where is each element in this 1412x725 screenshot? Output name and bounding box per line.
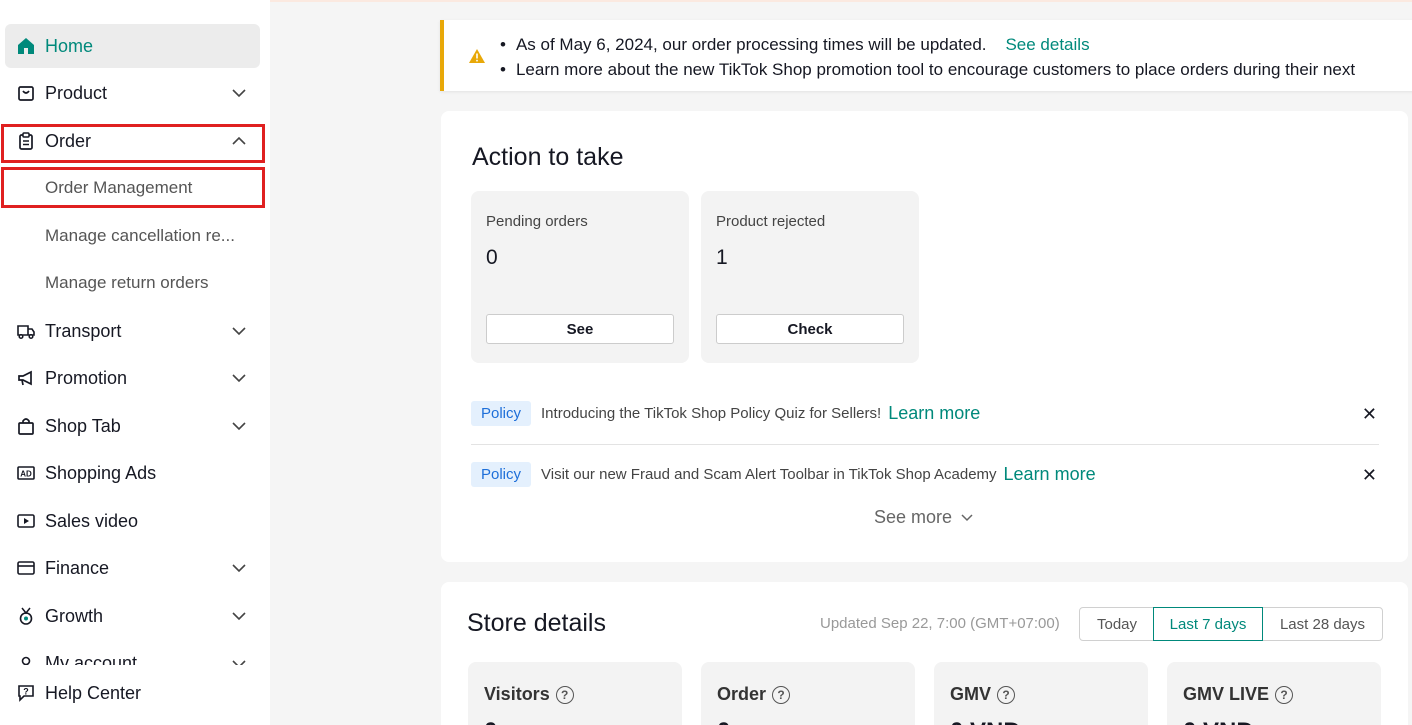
- chevron-down-icon: [232, 564, 246, 573]
- metric-value-partial: 0: [484, 718, 497, 725]
- stat-title: Product rejected: [716, 213, 826, 230]
- sidebar-item-shop-tab[interactable]: Shop Tab: [5, 404, 260, 448]
- see-more-label: See more: [874, 507, 953, 527]
- chevron-down-icon: [232, 89, 246, 98]
- sidebar-item-sales-video[interactable]: Sales video: [5, 499, 260, 543]
- metric-title: GMV: [950, 684, 992, 704]
- metric-title: Visitors: [484, 684, 550, 704]
- metric-gmv: GMV? 0 VND: [934, 662, 1148, 725]
- chevron-down-icon: [232, 422, 246, 431]
- help-chat-icon: ?: [15, 682, 37, 704]
- sidebar-subitem-manage-cancellation[interactable]: Manage cancellation re...: [45, 226, 235, 246]
- metric-order: Order? 0: [701, 662, 915, 725]
- policy-notice: Policy Visit our new Fraud and Scam Aler…: [471, 461, 1379, 487]
- metric-value-partial: 0: [717, 718, 730, 725]
- range-last-7-days[interactable]: Last 7 days: [1153, 607, 1263, 641]
- sidebar-item-label: Product: [45, 82, 108, 103]
- metric-value-partial: 0 VND: [950, 718, 1021, 725]
- sidebar-item-help-center[interactable]: ? Help Center: [5, 671, 260, 715]
- sidebar-item-product[interactable]: Product: [5, 71, 260, 115]
- product-bag-icon: [15, 82, 37, 104]
- check-button[interactable]: Check: [716, 314, 904, 344]
- chevron-down-icon: [232, 612, 246, 621]
- policy-badge: Policy: [471, 400, 532, 426]
- sidebar-item-label: Shopping Ads: [45, 462, 157, 483]
- sidebar-item-label: Transport: [45, 320, 122, 341]
- chevron-down-icon: [232, 374, 246, 383]
- highlight-box-order-management: [1, 167, 265, 208]
- sidebar-item-label: Sales video: [45, 510, 139, 531]
- sidebar-item-label: Promotion: [45, 367, 128, 388]
- truck-icon: [15, 320, 37, 342]
- chevron-down-icon: [232, 327, 246, 336]
- metric-gmv-live: GMV LIVE? 0 VND: [1167, 662, 1381, 725]
- sidebar-item-label: Help Center: [45, 682, 142, 703]
- policy-badge: Policy: [471, 461, 532, 487]
- range-last-28-days[interactable]: Last 28 days: [1262, 607, 1383, 641]
- divider: [471, 444, 1379, 445]
- policy-text: Introducing the TikTok Shop Policy Quiz …: [541, 404, 882, 422]
- help-icon[interactable]: ?: [997, 685, 1016, 704]
- updated-timestamp: Updated Sep 22, 7:00 (GMT+07:00): [820, 615, 1060, 632]
- sidebar-item-label: Home: [45, 35, 94, 56]
- sidebar: Home Product Order Order Management Mana…: [0, 0, 270, 725]
- sidebar-subitem-manage-return-orders[interactable]: Manage return orders: [45, 273, 208, 293]
- warning-icon: [469, 49, 485, 63]
- sidebar-item-shopping-ads[interactable]: AD Shopping Ads: [5, 451, 260, 495]
- user-icon: [15, 653, 37, 665]
- product-rejected-card: Product rejected 1 Check: [701, 191, 919, 363]
- megaphone-icon: [15, 367, 37, 389]
- shop-bag-icon: [15, 415, 37, 437]
- action-title: Action to take: [472, 143, 624, 171]
- pending-orders-card: Pending orders 0 See: [471, 191, 689, 363]
- sidebar-item-promotion[interactable]: Promotion: [5, 356, 260, 400]
- store-title: Store details: [467, 609, 606, 637]
- banner-text: Learn more about the new TikTok Shop pro…: [515, 60, 1356, 79]
- banner-text: As of May 6, 2024, our order processing …: [515, 35, 987, 54]
- range-today[interactable]: Today: [1079, 607, 1155, 641]
- home-icon: [15, 35, 37, 57]
- see-more-button[interactable]: See more: [874, 507, 974, 528]
- sidebar-item-finance[interactable]: Finance: [5, 546, 260, 590]
- banner-line: As of May 6, 2024, our order processing …: [500, 32, 1355, 57]
- stat-value: 1: [716, 246, 728, 269]
- help-icon[interactable]: ?: [555, 685, 574, 704]
- learn-more-link[interactable]: Learn more: [1004, 464, 1096, 485]
- sidebar-item-label: Shop Tab: [45, 415, 121, 436]
- close-icon[interactable]: ✕: [1362, 465, 1377, 486]
- sidebar-item-transport[interactable]: Transport: [5, 309, 260, 353]
- see-details-link[interactable]: See details: [1005, 35, 1089, 54]
- banner-line: Learn more about the new TikTok Shop pro…: [500, 57, 1355, 82]
- sidebar-item-my-account[interactable]: My account: [5, 641, 260, 665]
- metric-title: GMV LIVE: [1183, 684, 1270, 704]
- metric-value-partial: 0 VND: [1183, 718, 1254, 725]
- medal-icon: [15, 605, 37, 627]
- sidebar-item-label: My account: [45, 653, 138, 665]
- chevron-down-icon: [232, 660, 246, 665]
- announcement-banner: As of May 6, 2024, our order processing …: [440, 20, 1412, 91]
- highlight-box-order: [1, 124, 265, 163]
- svg-text:?: ?: [23, 687, 29, 697]
- see-button[interactable]: See: [486, 314, 674, 344]
- svg-text:AD: AD: [20, 470, 32, 479]
- stat-title: Pending orders: [486, 213, 588, 230]
- chevron-down-icon: [961, 513, 973, 521]
- help-icon[interactable]: ?: [772, 685, 791, 704]
- stat-value: 0: [486, 246, 498, 269]
- learn-more-link[interactable]: Learn more: [888, 403, 980, 424]
- close-icon[interactable]: ✕: [1362, 404, 1377, 425]
- ad-icon: AD: [15, 462, 37, 484]
- metric-title: Order: [717, 684, 767, 704]
- policy-text: Visit our new Fraud and Scam Alert Toolb…: [541, 465, 997, 483]
- metric-visitors: Visitors? 0: [468, 662, 682, 725]
- video-icon: [15, 510, 37, 532]
- sidebar-item-label: Growth: [45, 605, 104, 626]
- sidebar-item-label: Finance: [45, 557, 110, 578]
- sidebar-item-home[interactable]: Home: [5, 24, 260, 68]
- help-icon[interactable]: ?: [1275, 685, 1294, 704]
- sidebar-item-growth[interactable]: Growth: [5, 594, 260, 638]
- policy-notice: Policy Introducing the TikTok Shop Polic…: [471, 400, 1379, 426]
- wallet-icon: [15, 557, 37, 579]
